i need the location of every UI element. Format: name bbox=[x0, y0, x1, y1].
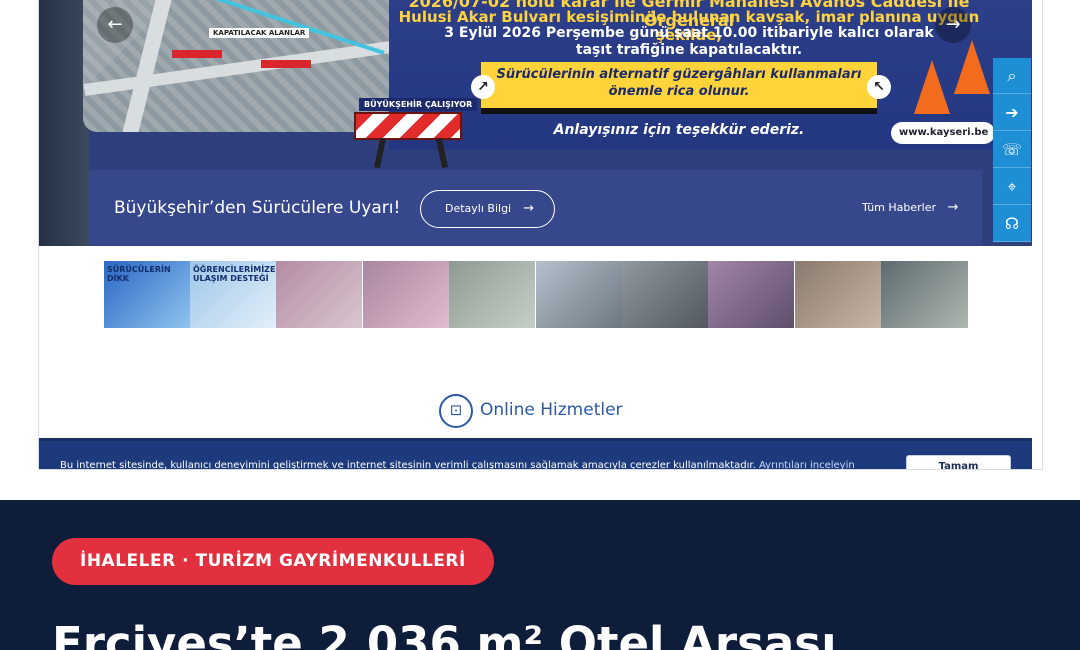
website-screenshot: KAPATILACAK ALANLAR 2026/07-02 nolu kara… bbox=[38, 0, 1043, 470]
all-news-link[interactable]: Tüm Haberler → bbox=[862, 200, 958, 215]
thumbnail[interactable] bbox=[795, 261, 881, 328]
detail-button-label: Detaylı Bilgi bbox=[445, 202, 512, 215]
arrow-right-icon: → bbox=[523, 201, 534, 216]
closed-area-marker bbox=[172, 50, 222, 58]
detail-button[interactable]: Detaylı Bilgi → bbox=[420, 190, 555, 228]
slider-next-button[interactable]: → bbox=[935, 7, 971, 43]
briefcase-icon: ⊡ bbox=[439, 394, 473, 428]
cookie-accept-button[interactable]: Tamam bbox=[906, 455, 1011, 469]
banner-line: taşıt trafiğine kapatılacaktır. bbox=[575, 42, 803, 58]
article-headline: Erciyes’te 2.036 m² Otel Arsası bbox=[52, 617, 837, 650]
article-header: İHALELER · TURİZM GAYRİMENKULLERİ Erciye… bbox=[0, 500, 1080, 650]
category-badge[interactable]: İHALELER · TURİZM GAYRİMENKULLERİ bbox=[52, 538, 494, 585]
thanks-text: Anlayışınız için teşekkür ederiz. bbox=[553, 122, 805, 138]
slider-thumbnails: SÜRÜCÜLERİN DİKK ÖĞRENCİLERİMİZE ULAŞIM … bbox=[104, 261, 968, 328]
hero-slider[interactable]: KAPATILACAK ALANLAR 2026/07-02 nolu kara… bbox=[39, 0, 1032, 246]
thumbnail[interactable]: ÖĞRENCİLERİMİZE ULAŞIM DESTEĞİ bbox=[190, 261, 276, 328]
cookie-message: Bu internet sitesinde, kullanıcı deneyim… bbox=[60, 460, 756, 470]
traffic-cone-icon bbox=[914, 60, 950, 114]
page: KAPATILACAK ALANLAR 2026/07-02 nolu kara… bbox=[0, 0, 1080, 650]
banner-line: 3 Eylül 2026 Perşembe günü saat 10.00 it… bbox=[444, 25, 934, 41]
thumbnail[interactable] bbox=[449, 261, 535, 328]
notice-line: Sürücülerinin alternatif güzergâhları ku… bbox=[496, 67, 862, 82]
thumbnail[interactable] bbox=[622, 261, 708, 328]
thumbnail-caption: SÜRÜCÜLERİN DİKK bbox=[107, 265, 171, 283]
online-services-label: Online Hizmetler bbox=[480, 400, 623, 420]
search-icon[interactable]: ⌕ bbox=[993, 58, 1031, 94]
slider-prev-button[interactable]: ← bbox=[97, 7, 133, 43]
quick-access-bar: ⌕ ➔ ☏ ⌖ ☊ bbox=[993, 58, 1031, 242]
thumbnail[interactable] bbox=[536, 261, 622, 328]
arrow-up-right-icon: ↗ bbox=[471, 75, 495, 99]
all-news-label: Tüm Haberler bbox=[862, 201, 937, 214]
thumbnail[interactable]: SÜRÜCÜLERİN DİKK bbox=[104, 261, 190, 328]
map-label: KAPATILACAK ALANLAR bbox=[209, 28, 310, 38]
traffic-cone-icon bbox=[954, 40, 990, 94]
barrier-leg bbox=[373, 137, 387, 169]
hero-left-edge bbox=[39, 0, 89, 246]
cookie-text: Bu internet sitesinde, kullanıcı deneyim… bbox=[60, 460, 855, 470]
notice-line: önemle rica olunur. bbox=[608, 84, 750, 99]
login-icon[interactable]: ➔ bbox=[993, 95, 1031, 131]
thumbnail[interactable] bbox=[708, 261, 794, 328]
arrow-right-icon: → bbox=[947, 200, 959, 215]
slide-caption-bar: Büyükşehir’den Sürücülere Uyarı! Detaylı… bbox=[89, 170, 982, 246]
cookie-banner: Bu internet sitesinde, kullanıcı deneyim… bbox=[39, 438, 1032, 470]
road-barrier-icon bbox=[354, 112, 462, 140]
phone-icon[interactable]: ☏ bbox=[993, 132, 1031, 168]
slide-title: Büyükşehir’den Sürücülere Uyarı! bbox=[114, 198, 401, 218]
arrow-up-left-icon: ↖ bbox=[867, 75, 891, 99]
thumbnail-caption: ÖĞRENCİLERİMİZE ULAŞIM DESTEĞİ bbox=[193, 265, 276, 283]
cookie-details-link[interactable]: Ayrıntıları inceleyin bbox=[759, 460, 855, 469]
headset-icon[interactable]: ☊ bbox=[993, 206, 1031, 242]
location-pin-icon[interactable]: ⌖ bbox=[993, 169, 1031, 205]
thumbnail[interactable] bbox=[276, 261, 362, 328]
thumbnail[interactable] bbox=[363, 261, 449, 328]
working-badge: BÜYÜKŞEHİR ÇALIŞIYOR bbox=[359, 98, 478, 111]
thumbnail[interactable] bbox=[881, 261, 968, 328]
notice-box: Sürücülerinin alternatif güzergâhları ku… bbox=[481, 62, 877, 114]
website-url: www.kayseri.be bbox=[891, 122, 995, 144]
closed-area-marker bbox=[261, 60, 311, 68]
